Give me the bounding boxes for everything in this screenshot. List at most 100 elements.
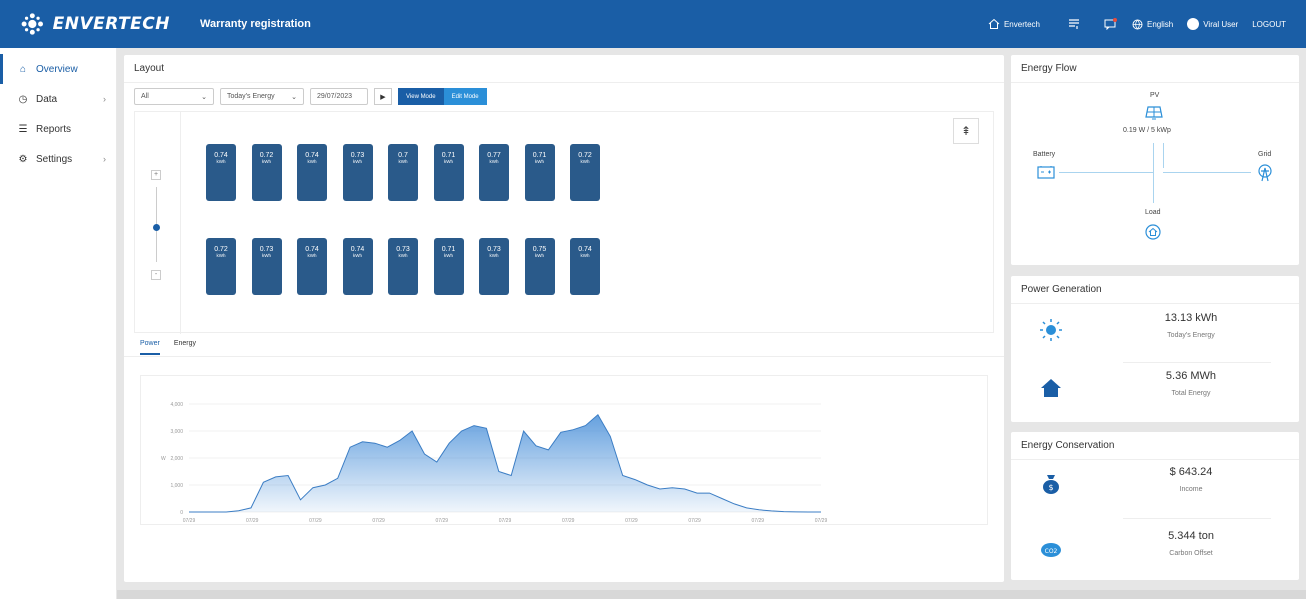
inverter-filter-select[interactable]: All ⌄ [134, 88, 214, 105]
pv-module[interactable]: 0.74 kWh [206, 144, 236, 201]
x-tick-label: 07/29 [499, 518, 512, 524]
power-chart-svg: 0 1,000 2,000 3,000 4,000 W 07/29 07/29 07/29 07/… [161, 402, 828, 524]
x-tick-label: 07/29 [309, 518, 322, 524]
chevron-down-icon: ⌄ [201, 93, 207, 101]
pv-module[interactable]: 0.71 kWh [433, 144, 464, 201]
pv-module-value: 0.7 [398, 152, 408, 159]
pv-module-unit: kWh [444, 159, 453, 164]
app-title[interactable]: Warranty registration [200, 18, 311, 30]
sidebar-item-settings[interactable]: ⚙ Settings › [0, 144, 116, 174]
x-tick-label: 07/29 [183, 518, 196, 524]
pv-module[interactable]: 0.73 kWh [342, 144, 373, 201]
pv-module[interactable]: 0.75 kWh [524, 238, 555, 295]
total-energy-label: Total Energy [1171, 390, 1211, 397]
battery-label: Battery [1033, 151, 1056, 158]
pv-module-unit: kWh [535, 253, 544, 258]
pv-module[interactable]: 0.73 kWh [251, 238, 282, 295]
globe-icon [1132, 19, 1143, 29]
x-tick-label: 07/29 [688, 518, 701, 524]
mode-toggle: View Mode Edit Mode [398, 88, 487, 105]
user-name: Viral User [1203, 19, 1239, 29]
x-tick-label: 07/29 [246, 518, 259, 524]
date-value: 29/07/2023 [317, 93, 353, 100]
pv-module[interactable]: 0.74 kWh [342, 238, 373, 295]
pv-module[interactable]: 0.72 kWh [251, 144, 282, 201]
pv-module[interactable]: 0.72 kWh [206, 238, 236, 295]
zoom-out-button[interactable]: - [151, 270, 161, 280]
pv-module-unit: kWh [262, 253, 271, 258]
sidebar: ⌂ Overview ◷ Data › ☰ Reports ⚙ Settings… [0, 48, 117, 599]
sidebar-item-reports[interactable]: ☰ Reports [0, 114, 116, 144]
grid-line [1163, 172, 1251, 173]
pv-module[interactable]: 0.74 kWh [570, 238, 600, 295]
language-selector[interactable]: English [1132, 19, 1173, 30]
pv-module-value: 0.71 [441, 152, 456, 159]
today-energy-row: 13.13 kWh Today's Energy [1011, 300, 1299, 360]
income-row: $ $ 643.24 Income [1011, 454, 1299, 514]
pv-module[interactable]: 0.73 kWh [388, 238, 418, 295]
money-bag-icon: $ [1043, 475, 1059, 494]
message-icon [1104, 18, 1117, 30]
zoom-control: + - [135, 112, 181, 334]
bottom-scrollbar[interactable] [117, 590, 1306, 599]
chevron-right-icon: › [103, 154, 106, 164]
play-button[interactable]: ▶ [374, 88, 392, 105]
pv-module[interactable]: 0.71 kWh [524, 144, 555, 201]
logout-button[interactable]: LOGOUT [1252, 20, 1286, 29]
x-tick-label: 07/29 [436, 518, 449, 524]
layout-toolbar: All ⌄ Today's Energy ⌄ 29/07/2023 ▶ View… [134, 88, 487, 105]
logo[interactable]: ENVERTECH [20, 9, 170, 39]
battery-line [1059, 172, 1154, 173]
pv-module-value: 0.72 [214, 246, 228, 253]
load-home-icon [1145, 224, 1161, 240]
sidebar-item-label: Settings [36, 153, 73, 165]
user-menu[interactable]: Viral User [1187, 18, 1238, 30]
pv-module[interactable]: 0.72 kWh [570, 144, 600, 201]
pv-module-value: 0.71 [441, 246, 456, 253]
messages-button[interactable] [1104, 18, 1118, 30]
pv-module-unit: kWh [580, 159, 590, 164]
pv-module[interactable]: 0.77 kWh [479, 144, 509, 201]
metric-select[interactable]: Today's Energy ⌄ [220, 88, 304, 105]
edit-mode-button[interactable]: Edit Mode [443, 88, 487, 105]
pv-module-unit: kWh [398, 253, 408, 258]
pv-module-unit: kWh [216, 253, 226, 258]
y-tick-label: 4,000 [170, 402, 183, 408]
station-selector[interactable]: Envertech [988, 18, 1040, 30]
chevron-down-icon: ⌄ [291, 93, 297, 101]
tab-energy[interactable]: Energy [174, 340, 196, 355]
y-tick-label: 2,000 [170, 456, 183, 462]
power-generation-card: Power Generation 13.13 kWh Today's Energ… [1011, 276, 1299, 422]
top-bar: ENVERTECH Warranty registration Envertec… [0, 0, 1306, 48]
pv-module[interactable]: 0.7 kWh [388, 144, 418, 201]
pv-module[interactable]: 0.74 kWh [297, 238, 327, 295]
x-tick-label: 07/29 [625, 518, 638, 524]
menu-toggle[interactable] [1068, 18, 1080, 30]
logo-mark-icon [21, 13, 43, 35]
tab-power[interactable]: Power [140, 340, 160, 355]
pv-module-unit: kWh [535, 159, 544, 164]
pv-module[interactable]: 0.73 kWh [479, 238, 509, 295]
zoom-slider-handle[interactable] [153, 224, 160, 231]
sidebar-item-data[interactable]: ◷ Data › [0, 84, 116, 114]
y-tick-label: 0 [180, 510, 183, 516]
pv-module-value: 0.73 [259, 246, 274, 253]
x-tick-label: 07/29 [815, 518, 828, 524]
pv-module[interactable]: 0.74 kWh [297, 144, 327, 201]
view-mode-button[interactable]: View Mode [398, 88, 444, 105]
panel-layout-canvas[interactable]: + - ⇞ 0.74 kWh 0.72 kWh 0.74 kWh 0.73 kWh 0.7 kWh… [134, 111, 994, 334]
sidebar-item-label: Data [36, 93, 58, 105]
date-picker[interactable]: 29/07/2023 [310, 88, 368, 105]
total-energy-value: 5.36 MWh [1165, 370, 1217, 382]
pv-module[interactable]: 0.71 kWh [433, 238, 464, 295]
y-axis-label: W [161, 456, 166, 462]
pv-module-value: 0.77 [487, 152, 501, 159]
zoom-in-button[interactable]: + [151, 170, 161, 180]
sidebar-item-overview[interactable]: ⌂ Overview [0, 54, 116, 84]
pv-to-grid-line [1163, 143, 1164, 168]
grid-label: Grid [1258, 151, 1272, 158]
inverter-filter-value: All [141, 93, 149, 100]
pv-module-unit: kWh [353, 253, 362, 258]
battery-icon [1037, 166, 1055, 179]
pv-module-unit: kWh [216, 159, 226, 164]
